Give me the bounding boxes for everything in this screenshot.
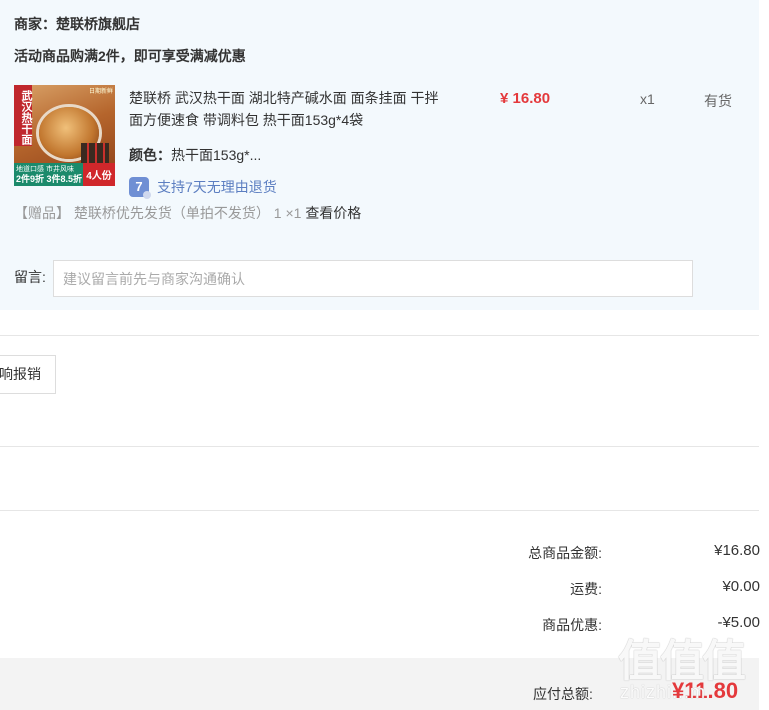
gift-text: 【赠品】 楚联桥优先发货（单拍不发货） 1 ×1 bbox=[14, 205, 302, 221]
goods-total-value: ¥16.80 bbox=[714, 542, 760, 559]
product-title-link[interactable]: 楚联桥 武汉热干面 湖北特产碱水面 面条挂面 干拌面方便速食 带调料包 热干面1… bbox=[129, 87, 449, 131]
variant-label: 颜色： bbox=[129, 147, 171, 163]
product-image-badge-label: 4人份 bbox=[86, 171, 112, 182]
variant-value: 热干面153g*... bbox=[171, 147, 262, 163]
stock-status: 有货 bbox=[704, 93, 732, 109]
gift-item: 【赠品】 楚联桥优先发货（单拍不发货） 1 ×1 查看价格 bbox=[14, 203, 361, 223]
product-image-title: 武汉热干面 bbox=[14, 85, 32, 146]
goods-total-label: 总商品金额: bbox=[528, 545, 602, 561]
seven-day-return-icon: 7 bbox=[129, 177, 151, 199]
checkout-page: 商家：楚联桥旗舰店 活动商品购满2件，即可享受满减优惠 武汉热干面 地道口感 市… bbox=[0, 0, 769, 710]
product-quantity: x1 bbox=[640, 91, 655, 107]
gift-view-price-link[interactable]: 查看价格 bbox=[305, 205, 361, 221]
product-image-discount: 2件9折 3件8.5折 bbox=[16, 174, 83, 184]
promo-notice: 活动商品购满2件，即可享受满减优惠 bbox=[14, 48, 246, 64]
store-order-block: 商家：楚联桥旗舰店 活动商品购满2件，即可享受满减优惠 武汉热干面 地道口感 市… bbox=[0, 0, 759, 310]
return-policy-text: 支持7天无理由退货 bbox=[157, 179, 277, 195]
section-divider bbox=[0, 335, 759, 336]
message-input[interactable] bbox=[53, 260, 693, 297]
shipping-value: ¥0.00 bbox=[722, 578, 760, 595]
seasoning-packs-graphic bbox=[81, 143, 109, 165]
discount-label: 商品优惠: bbox=[542, 617, 602, 633]
payable-label: 应付总额: bbox=[533, 686, 593, 702]
section-divider bbox=[0, 510, 759, 511]
return-policy[interactable]: 7 支持7天无理由退货 bbox=[129, 177, 277, 199]
watermark-text: zhizhi...m bbox=[620, 682, 707, 702]
store-name: 商家：楚联桥旗舰店 bbox=[14, 16, 140, 32]
product-variant: 颜色：热干面153g*... bbox=[129, 145, 261, 165]
section-divider bbox=[0, 446, 759, 447]
product-image-badge-top: 日期新鲜 bbox=[88, 89, 113, 95]
product-price: ¥ 16.80 bbox=[500, 90, 551, 107]
message-label: 留言: bbox=[14, 269, 46, 285]
product-image[interactable]: 武汉热干面 地道口感 市井风味 2件9折 3件8.5折 4人份 日期新鲜 bbox=[14, 85, 115, 186]
invoice-button[interactable]: 响报销 bbox=[0, 355, 56, 394]
watermark-logo: 值值值 bbox=[618, 637, 746, 686]
shipping-label: 运费: bbox=[570, 581, 602, 597]
product-image-badge: 4人份 bbox=[83, 163, 115, 186]
